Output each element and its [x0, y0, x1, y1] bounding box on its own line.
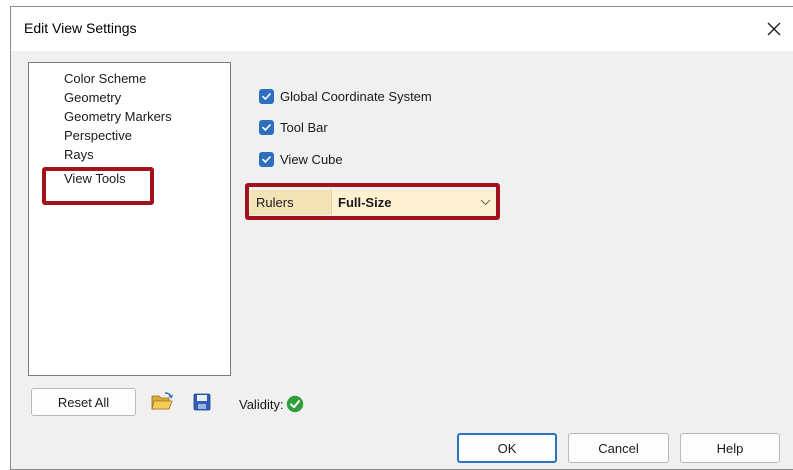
- close-icon: [767, 22, 781, 36]
- settings-nav-list[interactable]: Color Scheme Geometry Geometry Markers P…: [28, 62, 231, 376]
- validity-indicator: Validity:: [239, 395, 304, 413]
- checkbox-label: Tool Bar: [280, 119, 328, 135]
- nav-item-color-scheme[interactable]: Color Scheme: [64, 71, 146, 87]
- save-icon: [193, 393, 210, 410]
- nav-item-perspective[interactable]: Perspective: [64, 128, 132, 144]
- chevron-down-icon: [480, 199, 491, 206]
- checkbox-tool-bar[interactable]: Tool Bar: [259, 118, 328, 136]
- rulers-row: Rulers Full-Size: [250, 190, 499, 215]
- checkbox-global-coordinate-system[interactable]: Global Coordinate System: [259, 87, 432, 105]
- validity-label: Validity:: [239, 396, 284, 412]
- reset-all-button[interactable]: Reset All: [31, 388, 136, 416]
- rulers-value: Full-Size: [338, 195, 392, 210]
- checkbox-checked-icon: [259, 88, 274, 104]
- open-file-button[interactable]: [147, 387, 176, 416]
- nav-item-geometry-markers[interactable]: Geometry Markers: [64, 109, 172, 125]
- checkbox-view-cube[interactable]: View Cube: [259, 150, 343, 168]
- checkbox-checked-icon: [259, 119, 274, 135]
- edit-view-settings-dialog: Edit View Settings Color Scheme Geometry…: [10, 6, 793, 470]
- check-circle-icon: [286, 395, 303, 413]
- checkbox-label: View Cube: [280, 151, 343, 167]
- checkbox-checked-icon: [259, 151, 274, 167]
- nav-item-rays[interactable]: Rays: [64, 147, 94, 163]
- folder-open-icon: [150, 391, 173, 409]
- rulers-dropdown[interactable]: Full-Size: [332, 190, 499, 215]
- close-button[interactable]: [759, 15, 789, 43]
- nav-item-geometry[interactable]: Geometry: [64, 90, 121, 106]
- cancel-button[interactable]: Cancel: [568, 433, 669, 463]
- rulers-label: Rulers: [250, 190, 332, 215]
- save-file-button[interactable]: [187, 387, 216, 416]
- help-button[interactable]: Help: [680, 433, 780, 463]
- nav-item-view-tools[interactable]: View Tools: [64, 171, 126, 187]
- checkbox-label: Global Coordinate System: [280, 88, 432, 104]
- dialog-title: Edit View Settings: [24, 20, 137, 36]
- title-bar: Edit View Settings: [11, 7, 793, 51]
- ok-button[interactable]: OK: [457, 433, 557, 463]
